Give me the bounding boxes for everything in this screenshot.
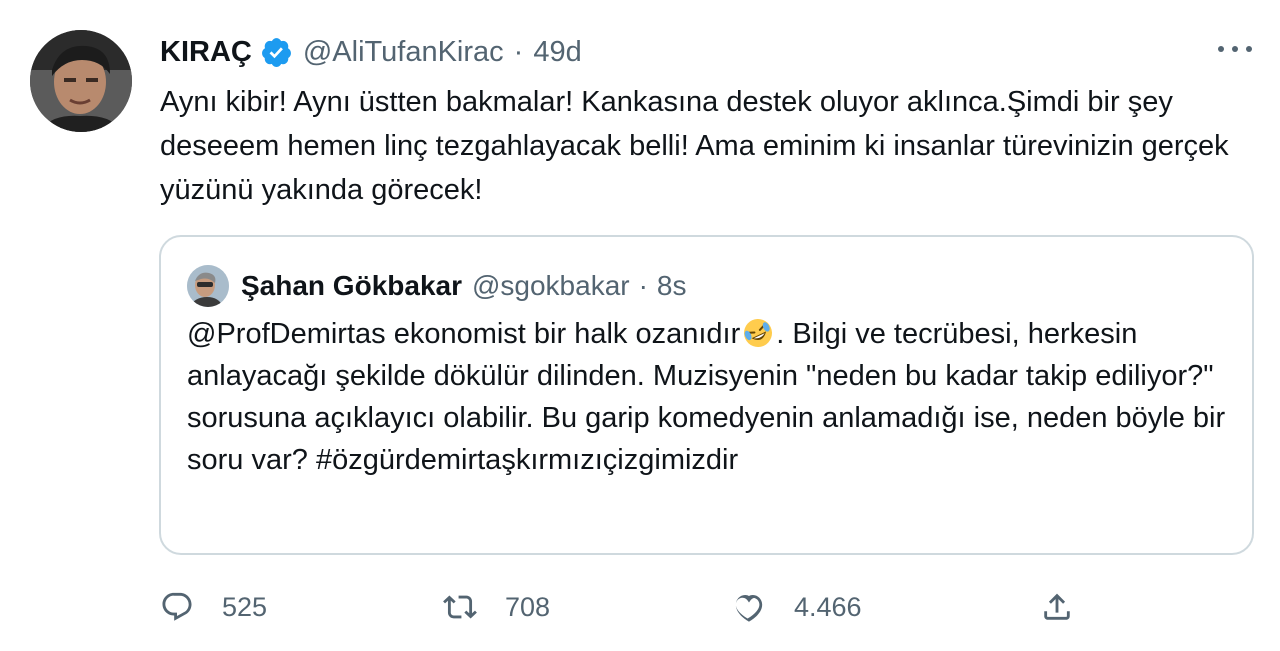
rolling-on-floor-laughing-emoji-icon <box>742 317 774 349</box>
quoted-author-photo <box>187 265 229 307</box>
tweet: KIRAÇ @AliTufanKirac · 49d Aynı kibir! A… <box>0 0 1280 651</box>
share-icon <box>1044 593 1070 620</box>
tweet-header: KIRAÇ @AliTufanKirac · 49d <box>160 32 582 72</box>
quoted-tweet-text: @ProfDemirtas ekonomist bir halk ozanıdı… <box>187 313 1237 481</box>
reply-count: 525 <box>222 591 268 622</box>
like-count: 4.466 <box>794 591 862 622</box>
quoted-author-avatar[interactable] <box>187 265 229 307</box>
quoted-text-start: @ProfDemirtas ekonomist bir halk ozanıdı… <box>187 318 741 350</box>
quoted-tweet-header: Şahan Gökbakar @sgokbakar · 8s <box>241 265 687 307</box>
more-options-icon[interactable] <box>1218 36 1252 62</box>
quoted-separator-dot: · <box>638 270 648 301</box>
tweet-text: Aynı kibir! Aynı üstten bakmalar! Kankas… <box>160 86 1229 206</box>
quoted-tweet[interactable]: Şahan Gökbakar @sgokbakar · 8s @ProfDemi… <box>159 235 1254 555</box>
author-photo <box>30 30 132 132</box>
verified-badge-icon <box>260 36 293 69</box>
quoted-author-name[interactable]: Şahan Gökbakar <box>241 270 462 302</box>
reply-button[interactable]: 525 <box>160 585 267 629</box>
like-button[interactable]: 4.466 <box>732 585 862 629</box>
share-button[interactable] <box>1040 585 1074 629</box>
tweet-actions: 525 708 4.466 <box>160 585 1090 629</box>
tweet-time[interactable]: 49d <box>533 36 581 69</box>
heart-icon <box>735 594 763 622</box>
reply-icon <box>162 592 192 621</box>
author-name[interactable]: KIRAÇ <box>160 36 252 69</box>
separator-dot: · <box>513 35 524 68</box>
author-avatar[interactable] <box>30 30 132 132</box>
retweet-button[interactable]: 708 <box>443 585 550 629</box>
author-handle[interactable]: @AliTufanKirac <box>303 36 504 69</box>
retweet-icon <box>443 595 477 619</box>
quoted-author-handle[interactable]: @sgokbakar <box>472 270 630 302</box>
quoted-tweet-time[interactable]: 8s <box>657 270 687 302</box>
retweet-count: 708 <box>505 591 551 622</box>
